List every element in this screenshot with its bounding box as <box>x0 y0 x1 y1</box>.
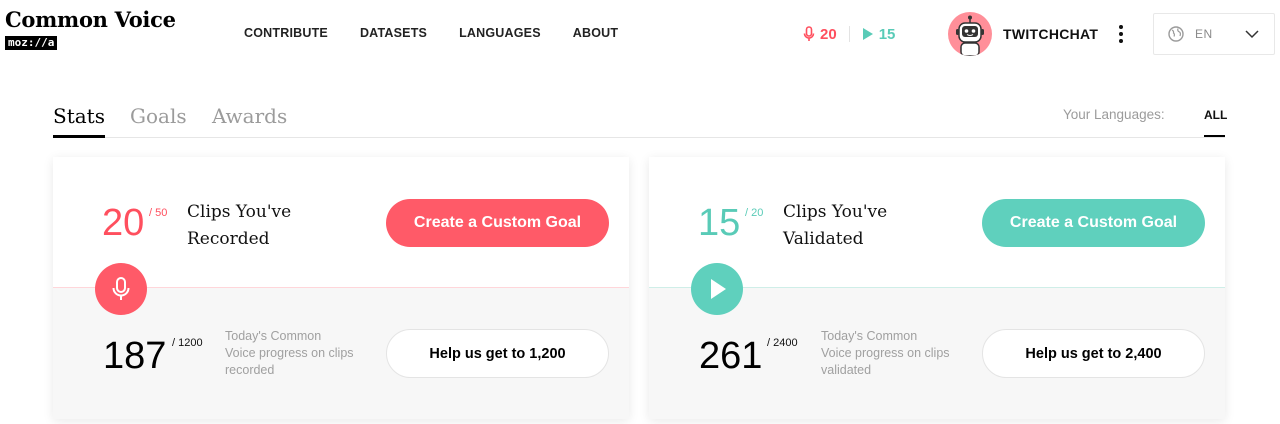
validated-goal-label: Clips You've Validated <box>783 199 923 253</box>
validated-goal-value: 15 <box>698 202 741 244</box>
language-filter-indicator <box>1204 135 1225 137</box>
recorded-goal-section: 20 / 50 Clips You've Recorded Create a C… <box>53 157 629 288</box>
validated-count: 15 <box>862 25 896 43</box>
recorded-stats-card: 20 / 50 Clips You've Recorded Create a C… <box>53 157 629 419</box>
create-recorded-goal-button[interactable]: Create a Custom Goal <box>386 199 609 247</box>
nav-about[interactable]: ABOUT <box>573 26 618 40</box>
validated-goal-label-line1: Clips You've <box>783 202 888 222</box>
user-avatar[interactable] <box>948 12 992 56</box>
recorded-count: 20 <box>803 26 837 43</box>
nav-contribute[interactable]: CONTRIBUTE <box>244 26 328 40</box>
help-validated-button[interactable]: Help us get to 2,400 <box>982 329 1205 378</box>
validated-stats-card: 15 / 20 Clips You've Validated Create a … <box>649 157 1225 419</box>
validated-progress-description: Today's Common Voice progress on clips v… <box>821 329 950 377</box>
dashboard-tabs: Stats Goals Awards Your Languages: ALL <box>53 104 1227 138</box>
recorded-progress-total: / 1200 <box>172 337 203 349</box>
tab-awards[interactable]: Awards <box>212 104 287 128</box>
play-icon <box>711 279 726 299</box>
username[interactable]: TWITCHCHAT <box>1003 26 1098 42</box>
site-header: Common Voice moz://a CONTRIBUTE DATASETS… <box>0 0 1280 68</box>
tab-goals[interactable]: Goals <box>130 104 187 128</box>
record-button[interactable] <box>95 263 147 315</box>
validated-progress-value: 261 <box>699 335 763 377</box>
microphone-icon <box>803 26 815 41</box>
validated-goal-label-line2: Validated <box>783 229 864 249</box>
validated-count-value: 15 <box>878 25 896 43</box>
language-value: EN <box>1195 27 1213 41</box>
recorded-goal-total: / 50 <box>149 207 168 219</box>
your-languages-label: Your Languages: <box>1063 107 1165 122</box>
microphone-icon <box>112 277 130 300</box>
mozilla-logo: moz://a <box>5 36 58 50</box>
validated-progress-total: / 2400 <box>767 337 798 349</box>
recorded-count-value: 20 <box>820 25 837 43</box>
language-filter-all[interactable]: ALL <box>1204 108 1227 122</box>
recorded-goal-label: Clips You've Recorded <box>187 199 327 253</box>
active-tab-indicator <box>53 135 105 138</box>
language-select[interactable]: EN <box>1153 13 1275 55</box>
contribution-counts: 20 15 <box>803 24 895 44</box>
recorded-goal-value: 20 <box>102 202 145 244</box>
recorded-goal-label-line1: Clips You've <box>187 202 292 222</box>
help-recorded-button[interactable]: Help us get to 1,200 <box>386 329 609 378</box>
recorded-goal-label-line2: Recorded <box>187 229 270 249</box>
logo[interactable]: Common Voice moz://a <box>5 7 176 51</box>
tab-stats[interactable]: Stats <box>53 104 105 128</box>
more-menu-icon[interactable] <box>1114 20 1128 48</box>
count-divider <box>848 26 850 42</box>
validated-goal-section: 15 / 20 Clips You've Validated Create a … <box>649 157 1225 288</box>
robot-avatar-icon <box>956 15 984 56</box>
globe-icon <box>1168 26 1184 42</box>
main-nav: CONTRIBUTE DATASETS LANGUAGES ABOUT <box>244 26 618 40</box>
create-validated-goal-button[interactable]: Create a Custom Goal <box>982 199 1205 247</box>
nav-datasets[interactable]: DATASETS <box>360 26 427 40</box>
logo-title: Common Voice <box>5 7 176 32</box>
recorded-progress-value: 187 <box>103 335 167 377</box>
nav-languages[interactable]: LANGUAGES <box>459 26 541 40</box>
validate-button[interactable] <box>691 263 743 315</box>
recorded-progress-description: Today's Common Voice progress on clips r… <box>225 329 354 377</box>
chevron-down-icon <box>1245 30 1259 39</box>
play-icon <box>862 28 873 40</box>
validated-goal-total: / 20 <box>745 207 764 219</box>
